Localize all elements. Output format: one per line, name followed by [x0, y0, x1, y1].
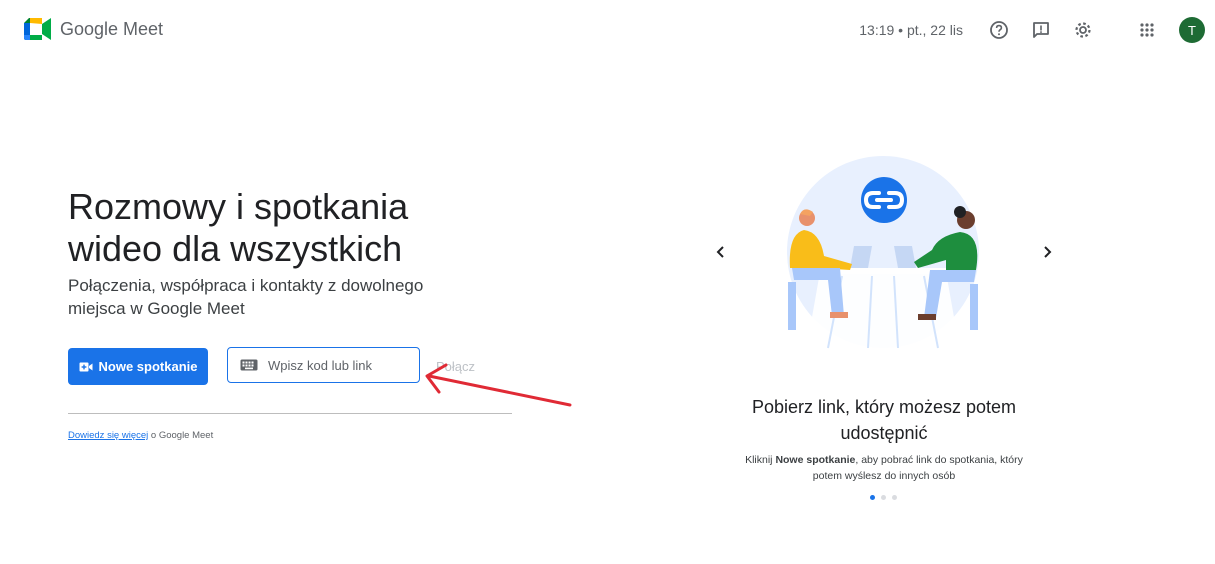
page-title: Rozmowy i spotkania wideo dla wszystkich — [68, 186, 409, 269]
carousel-dots — [870, 495, 897, 500]
settings-icon[interactable] — [1071, 18, 1095, 42]
account-avatar[interactable]: T — [1179, 17, 1205, 43]
learn-more-suffix: o Google Meet — [148, 430, 214, 441]
new-meeting-button[interactable]: Nowe spotkanie — [68, 348, 208, 385]
carousel-slide-title: Pobierz link, który możesz potem udostęp… — [751, 397, 1017, 443]
chevron-left-icon — [716, 246, 724, 258]
share-link-illustration — [787, 156, 979, 351]
carousel-dot[interactable] — [870, 495, 875, 500]
meeting-code-field[interactable] — [227, 347, 420, 383]
video-plus-icon — [79, 362, 93, 371]
apps-grid-icon[interactable] — [1135, 18, 1159, 42]
learn-more-text: Dowiedz się więcej o Google Meet — [68, 430, 213, 441]
new-meeting-label: Nowe spotkanie — [98, 359, 198, 374]
carousel-prev-button[interactable] — [709, 240, 733, 264]
meeting-code-input[interactable] — [266, 356, 410, 374]
page-subtitle: Połączenia, współpraca i kontakty z dowo… — [68, 276, 424, 318]
annotation-arrow — [425, 363, 572, 407]
carousel-dot[interactable] — [881, 495, 886, 500]
chevron-right-icon — [1044, 246, 1052, 258]
app-name: Google Meet — [60, 18, 164, 39]
google-meet-logo[interactable]: Google Meet — [24, 18, 163, 40]
learn-more-link[interactable]: Dowiedz się więcej — [68, 430, 148, 441]
top-bar: Google Meet 13:19 • pt., 22 lis T — [0, 0, 1215, 62]
keyboard-icon — [240, 359, 258, 371]
meet-logo-icon — [24, 18, 51, 40]
carousel-dot[interactable] — [892, 495, 897, 500]
help-icon[interactable] — [987, 18, 1011, 42]
feedback-icon[interactable] — [1029, 18, 1053, 42]
header-actions: 13:19 • pt., 22 lis T — [859, 17, 1205, 43]
carousel-slide-description: Kliknij Nowe spotkanie, aby pobrać link … — [734, 452, 1034, 484]
current-datetime: 13:19 • pt., 22 lis — [859, 22, 963, 38]
desc-bold: Nowe spotkanie — [775, 454, 856, 466]
divider — [68, 413, 512, 414]
carousel-next-button[interactable] — [1035, 240, 1059, 264]
desc-prefix: Kliknij — [745, 454, 776, 466]
